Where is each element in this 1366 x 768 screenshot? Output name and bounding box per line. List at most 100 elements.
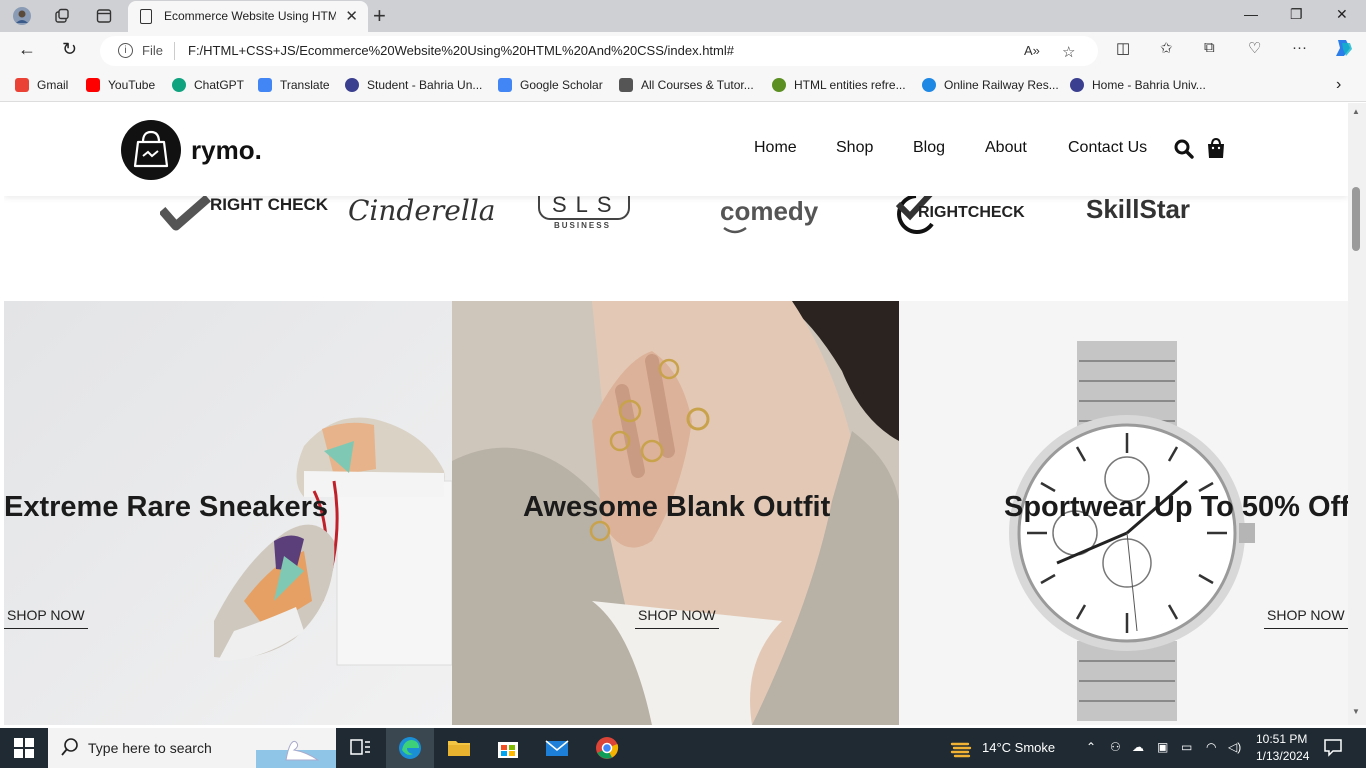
copilot-icon[interactable] (1333, 37, 1355, 63)
swan-search-highlight-icon (256, 740, 336, 768)
favorites-icon[interactable]: ✩ (1160, 39, 1173, 57)
banner-title: Awesome Blank Outfit (523, 491, 831, 523)
cart-bag-icon[interactable] (1207, 137, 1225, 164)
railway-icon (922, 78, 936, 92)
back-icon[interactable]: ← (18, 39, 36, 60)
scroll-down-icon[interactable]: ▼ (1352, 707, 1360, 716)
bookmark-gmail[interactable]: Gmail (15, 78, 68, 92)
shop-now-link[interactable]: SHOP NOW (635, 607, 719, 629)
notifications-icon[interactable] (1322, 736, 1346, 760)
bookmark-youtube[interactable]: YouTube (86, 78, 155, 92)
tray-chevron-up-icon[interactable]: ⌃ (1086, 740, 1096, 754)
bookmark-all-courses[interactable]: All Courses & Tutor... (619, 78, 754, 92)
info-icon[interactable]: i (118, 43, 133, 58)
nav-shop[interactable]: Shop (836, 139, 873, 157)
scroll-up-icon[interactable]: ▲ (1352, 107, 1360, 116)
nav-blog[interactable]: Blog (913, 139, 945, 157)
search-icon[interactable] (1174, 139, 1194, 164)
workspaces-icon[interactable] (52, 6, 72, 26)
translate-icon (258, 78, 272, 92)
bookmark-google-scholar[interactable]: Google Scholar (498, 78, 603, 92)
weather-text[interactable]: 14°C Smoke (982, 740, 1055, 755)
bookmark-home-bahria[interactable]: Home - Bahria Univ... (1070, 78, 1206, 92)
bookmark-translate[interactable]: Translate (258, 78, 330, 92)
chevron-right-icon[interactable]: › (1336, 76, 1341, 94)
collections-icon[interactable]: ⧉ (1204, 39, 1215, 56)
new-tab-icon[interactable]: + (373, 3, 386, 29)
wifi-icon[interactable]: ◠ (1206, 740, 1216, 754)
brand-logos-strip: RIGHT CHECK Cinderella SLS BUSINESS come… (4, 190, 1348, 301)
webpage-viewport: rymo. Home Shop Blog About Contact Us RI… (4, 103, 1348, 725)
scrollbar-thumb[interactable] (1352, 187, 1360, 251)
banner-title: Extreme Rare Sneakers (4, 491, 329, 523)
edge-browser-icon[interactable] (398, 736, 422, 760)
shopping-bag-logo-icon[interactable] (121, 120, 181, 180)
chatgpt-icon (172, 78, 186, 92)
banner-sportwear[interactable]: Sportwear Up To 50% Off SHOP NOW (899, 301, 1348, 725)
shop-now-link[interactable]: SHOP NOW (1264, 607, 1348, 629)
bookmark-student-bahria[interactable]: Student - Bahria Un... (345, 78, 482, 92)
courses-icon (619, 78, 633, 92)
close-window-icon[interactable]: ✕ (1336, 6, 1348, 23)
active-tab[interactable]: Ecommerce Website Using HTML ✕ (128, 1, 368, 32)
more-menu-icon[interactable]: ··· (1292, 39, 1307, 56)
logo-text[interactable]: rymo. (191, 135, 262, 166)
file-explorer-icon[interactable] (447, 736, 471, 760)
file-label: File (142, 43, 163, 58)
volume-icon[interactable]: ◁) (1228, 740, 1241, 754)
microsoft-store-icon[interactable] (496, 736, 520, 760)
chrome-icon[interactable] (595, 736, 619, 760)
gmail-icon (15, 78, 29, 92)
browser-essentials-icon[interactable]: ♡ (1248, 39, 1261, 57)
close-tab-icon[interactable]: ✕ (345, 7, 358, 25)
search-placeholder: Type here to search (88, 740, 212, 756)
profile-avatar-icon[interactable] (12, 6, 32, 26)
nav-home[interactable]: Home (754, 139, 797, 157)
defender-icon[interactable]: ▣ (1157, 740, 1168, 754)
weather-icon[interactable] (950, 736, 974, 760)
address-bar[interactable]: i File F:/HTML+CSS+JS/Ecommerce%20Websit… (100, 36, 1098, 66)
page-icon (140, 9, 152, 24)
read-aloud-icon[interactable]: A» (1024, 43, 1040, 58)
tab-actions-icon[interactable] (94, 6, 114, 26)
shop-now-link[interactable]: SHOP NOW (4, 607, 88, 629)
onedrive-icon[interactable]: ☁ (1132, 740, 1144, 754)
search-icon (60, 737, 80, 762)
smile-icon (723, 226, 747, 234)
brand-sls-business-logo: SLS BUSINESS (538, 190, 630, 232)
task-view-icon[interactable] (349, 736, 373, 760)
bahria-icon (1070, 78, 1084, 92)
page-scrollbar[interactable]: ▲ ▼ (1348, 103, 1366, 725)
minimize-icon[interactable]: — (1244, 6, 1258, 22)
meet-now-icon[interactable]: ⚇ (1110, 740, 1121, 754)
banner-title: Sportwear Up To 50% Off (1004, 491, 1348, 523)
banner-sneakers[interactable]: Extreme Rare Sneakers SHOP NOW (4, 301, 452, 725)
battery-icon[interactable]: ▭ (1181, 740, 1192, 754)
scholar-icon (498, 78, 512, 92)
refresh-icon[interactable]: ↻ (62, 39, 77, 60)
bookmark-html-entities[interactable]: HTML entities refre... (772, 78, 906, 92)
nav-about[interactable]: About (985, 139, 1027, 157)
bookmarks-bar: Gmail YouTube ChatGPT Translate Student … (0, 70, 1366, 102)
taskbar-search-box[interactable]: Type here to search (48, 728, 336, 768)
url-text[interactable]: F:/HTML+CSS+JS/Ecommerce%20Website%20Usi… (188, 43, 734, 58)
bookmark-chatgpt[interactable]: ChatGPT (172, 78, 244, 92)
banner-outfit[interactable]: Awesome Blank Outfit SHOP NOW (452, 301, 899, 725)
favorite-star-icon[interactable]: ☆ (1062, 43, 1075, 61)
clock-date[interactable]: 1/13/2024 (1256, 749, 1309, 763)
clock-time[interactable]: 10:51 PM (1256, 732, 1307, 746)
split-screen-icon[interactable]: ◫ (1116, 39, 1130, 57)
bookmark-online-railway[interactable]: Online Railway Res... (922, 78, 1059, 92)
mail-icon[interactable] (545, 736, 569, 760)
windows-taskbar: Type here to search 14°C Smoke ⌃ ⚇ ☁ ▣ ▭… (0, 728, 1366, 768)
browser-tab-bar: Ecommerce Website Using HTML ✕ + — ❐ ✕ (0, 0, 1366, 32)
windows-start-icon[interactable] (14, 736, 38, 760)
question-icon (772, 78, 786, 92)
site-header: rymo. Home Shop Blog About Contact Us (4, 103, 1348, 196)
nav-contact-us[interactable]: Contact Us (1068, 139, 1147, 157)
brand-cinderella-logo: Cinderella (348, 194, 496, 227)
bahria-icon (345, 78, 359, 92)
restore-icon[interactable]: ❐ (1290, 6, 1303, 23)
divider (174, 42, 175, 60)
youtube-icon (86, 78, 100, 92)
